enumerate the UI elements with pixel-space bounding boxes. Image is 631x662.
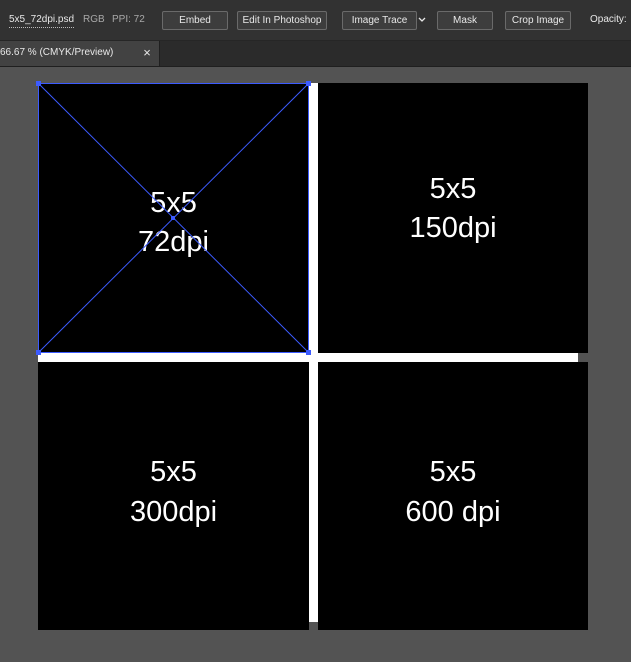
tile-resolution-label: 600 dpi (405, 496, 501, 528)
tile-size-label: 5x5 (150, 456, 197, 488)
embed-button[interactable]: Embed (162, 11, 228, 30)
opacity-label: Opacity: (590, 14, 627, 25)
canvas-gap (309, 622, 318, 630)
artboard-bottom-right[interactable]: 5x5 600 dpi (318, 362, 588, 630)
selection-handle-center[interactable] (171, 216, 175, 220)
document-tab-title: 66.67 % (CMYK/Preview) (0, 47, 114, 58)
close-icon[interactable]: × (140, 45, 154, 61)
artboard-bottom-left[interactable]: 5x5 300dpi (38, 362, 309, 630)
selection-handle-bottom-left[interactable] (36, 350, 41, 355)
linked-file-name[interactable]: 5x5_72dpi.psd (9, 13, 75, 28)
tile-size-label: 5x5 (429, 173, 477, 205)
crop-image-button[interactable]: Crop Image (505, 11, 571, 30)
color-mode-label: RGB (83, 14, 105, 25)
selection-handle-top-left[interactable] (36, 81, 41, 86)
tile-resolution-label: 300dpi (129, 496, 218, 528)
tile-resolution-label: 150dpi (409, 212, 497, 244)
document-tab[interactable]: 66.67 % (CMYK/Preview) × (0, 41, 160, 66)
canvas-gap (578, 353, 588, 362)
selection-handle-bottom-right[interactable] (306, 350, 311, 355)
tile-size-label: 5x5 (429, 456, 477, 488)
image-trace-button[interactable]: Image Trace (342, 11, 417, 30)
mask-button[interactable]: Mask (437, 11, 493, 30)
ppi-label: PPI: 72 (112, 14, 145, 25)
artboard-top-right[interactable]: 5x5 150dpi (318, 83, 588, 353)
selection-handle-top-right[interactable] (306, 81, 311, 86)
control-bar: 5x5_72dpi.psd RGB PPI: 72 Embed Edit In … (0, 0, 631, 41)
tile-resolution-label: 72dpi (138, 226, 209, 258)
document-tab-bar: 66.67 % (CMYK/Preview) × (0, 41, 631, 67)
edit-in-photoshop-button[interactable]: Edit In Photoshop (237, 11, 327, 30)
chevron-down-icon[interactable] (417, 13, 427, 27)
